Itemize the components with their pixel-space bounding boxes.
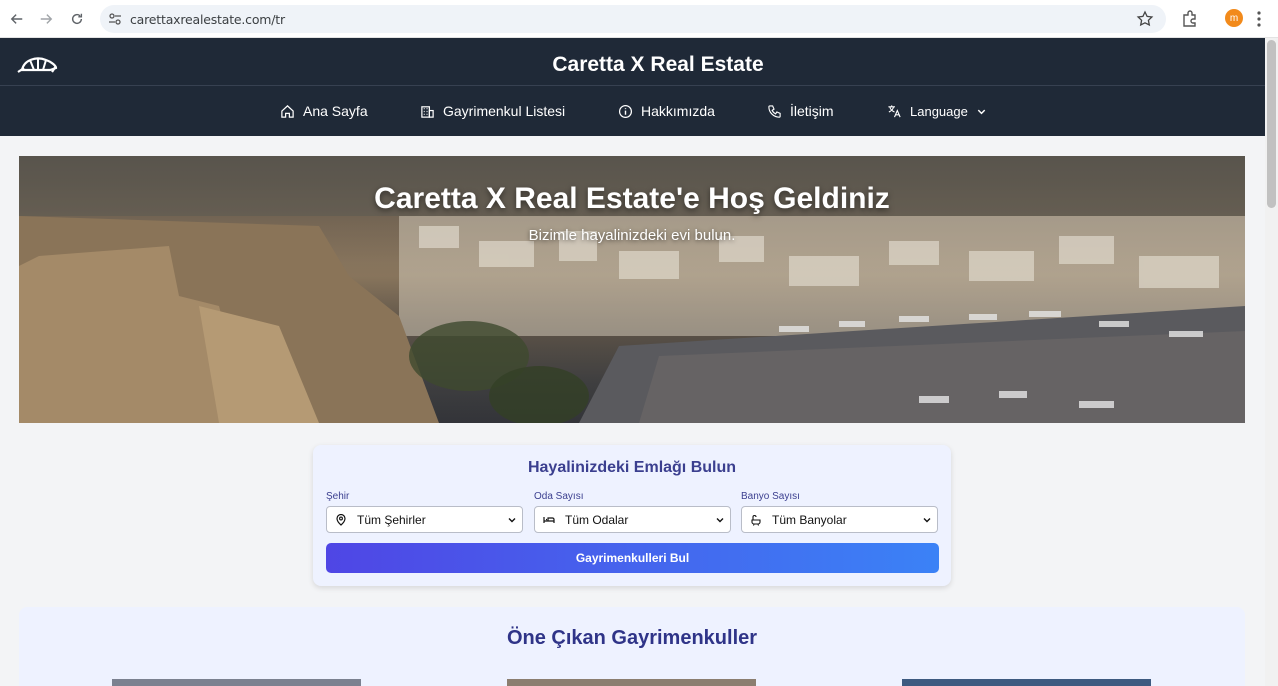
page-scrollbar[interactable] (1265, 38, 1278, 686)
property-card-image[interactable] (112, 679, 361, 686)
rooms-select[interactable]: Tüm Odalar (534, 506, 731, 533)
search-title: Hayalinizdeki Emlağı Bulun (527, 459, 737, 476)
bed-icon (543, 516, 555, 523)
city-value: Tüm Şehirler (357, 512, 426, 527)
language-dropdown[interactable]: Language (887, 100, 987, 122)
nav-item-contact[interactable]: İletişim (767, 100, 834, 122)
chevron-down-icon (977, 109, 986, 114)
back-icon[interactable] (6, 8, 28, 30)
featured-title: Öne Çıkan Gayrimenkuller (506, 627, 758, 649)
property-search-card: Hayalinizdeki Emlağı Bulun Şehir Tüm Şeh… (313, 445, 951, 586)
address-bar[interactable]: carettaxrealestate.com/tr (100, 5, 1166, 33)
bookmark-star-icon[interactable] (1136, 10, 1154, 28)
nav-item-listings[interactable]: Gayrimenkul Listesi (420, 100, 565, 122)
baths-select[interactable]: Tüm Banyolar (741, 506, 938, 533)
reload-icon[interactable] (66, 8, 88, 30)
chevron-down-icon (508, 518, 516, 523)
profile-avatar[interactable]: m (1225, 9, 1243, 27)
phone-icon (768, 104, 781, 118)
forward-icon[interactable] (35, 8, 57, 30)
property-card-image[interactable] (507, 679, 756, 686)
site-info-icon[interactable] (108, 12, 122, 26)
nav-item-home[interactable]: Ana Sayfa (280, 100, 368, 122)
browser-toolbar: carettaxrealestate.com/tr m (0, 0, 1278, 38)
nav-label-home: Ana Sayfa (303, 103, 368, 119)
translate-icon (888, 104, 901, 117)
nav-item-about[interactable]: Hakkımızda (618, 100, 715, 122)
url-text[interactable]: carettaxrealestate.com/tr (130, 12, 285, 27)
building-icon (421, 105, 434, 118)
city-select[interactable]: Tüm Şehirler (326, 506, 523, 533)
site-title[interactable]: Caretta X Real Estate (0, 53, 1278, 77)
info-icon (618, 104, 633, 118)
main-nav: Ana Sayfa Gayrimenkul Listesi Hakkımızda… (0, 86, 1265, 136)
baths-label: Banyo Sayısı (741, 491, 800, 502)
site-header: Caretta X Real Estate Ana Sayfa Gayrimen… (0, 38, 1265, 136)
city-label: Şehir (326, 491, 350, 502)
baths-value: Tüm Banyolar (772, 512, 847, 527)
brand-row: Caretta X Real Estate (0, 38, 1265, 86)
nav-label-listings: Gayrimenkul Listesi (443, 103, 566, 119)
nav-label-about: Hakkımızda (641, 103, 715, 119)
featured-properties-section: Öne Çıkan Gayrimenkuller (19, 607, 1245, 686)
property-card-image[interactable] (902, 679, 1151, 686)
chevron-down-icon (923, 518, 931, 523)
rooms-label: Oda Sayısı (534, 491, 584, 502)
map-pin-icon (336, 513, 346, 526)
hero-title: Caretta X Real Estate'e Hoş Geldiniz (374, 182, 890, 215)
hero-subtitle: Bizimle hayalinizdeki evi bulun. (528, 227, 736, 244)
scrollbar-thumb[interactable] (1267, 40, 1276, 208)
chevron-down-icon (716, 518, 724, 523)
home-icon (281, 104, 294, 118)
language-label: Language (910, 103, 968, 119)
kebab-menu-icon[interactable] (1255, 9, 1263, 29)
nav-label-contact: İletişim (790, 103, 834, 119)
hero-banner: Caretta X Real Estate'e Hoş Geldiniz Biz… (19, 156, 1245, 423)
rooms-value: Tüm Odalar (565, 512, 629, 527)
extensions-puzzle-icon[interactable] (1180, 9, 1200, 29)
bath-icon (751, 514, 761, 526)
find-properties-button[interactable]: Gayrimenkulleri Bul (326, 543, 939, 573)
